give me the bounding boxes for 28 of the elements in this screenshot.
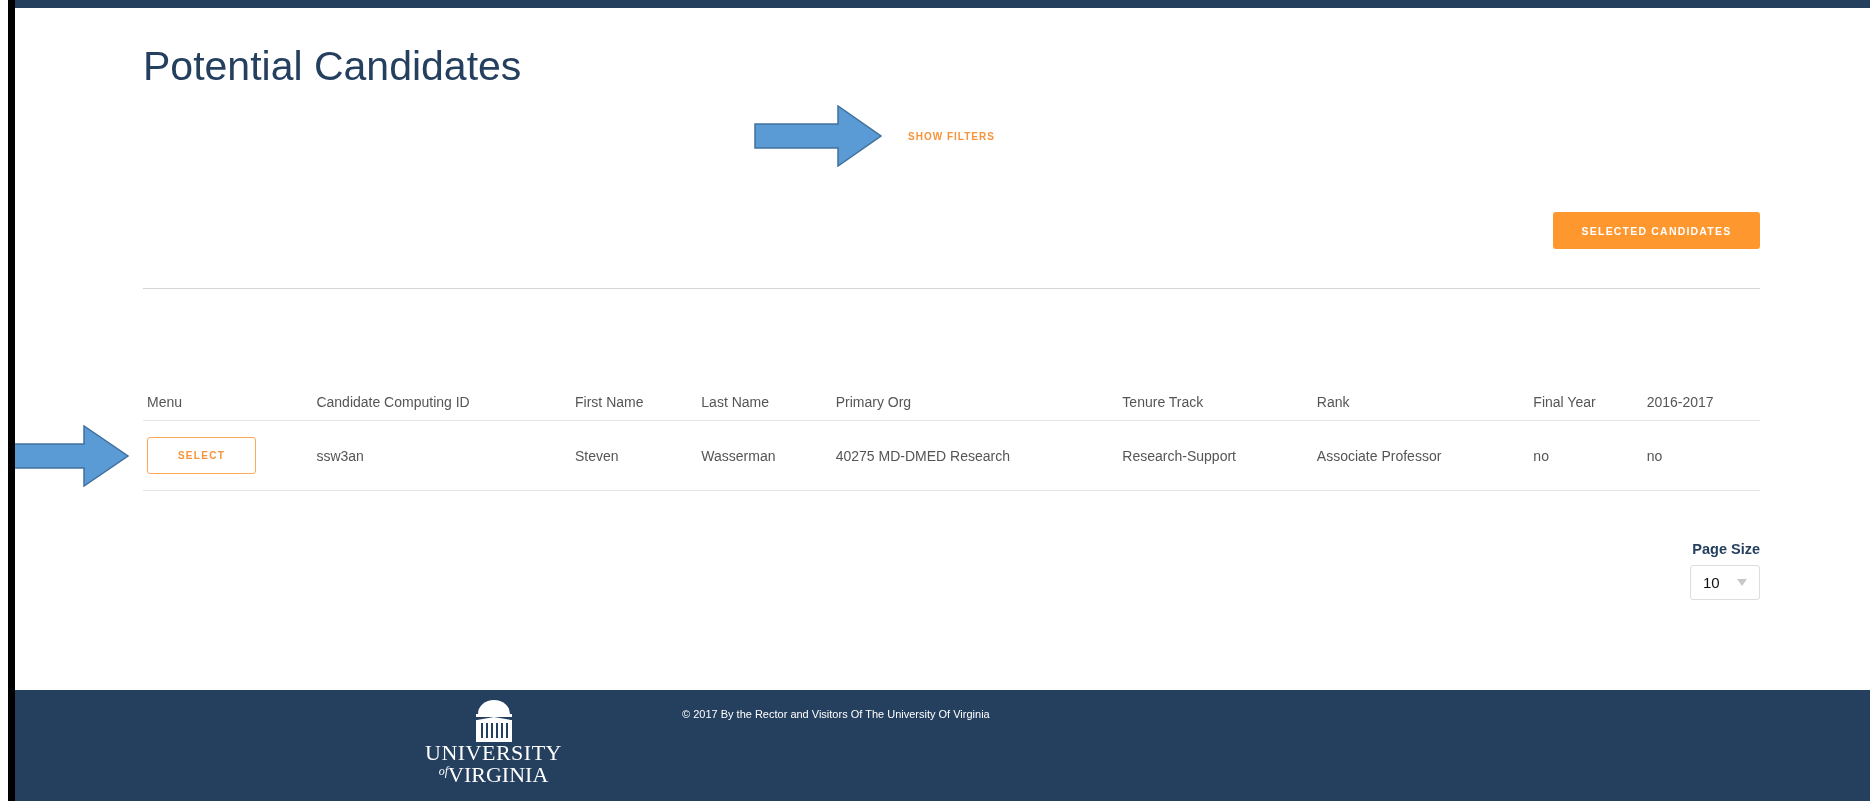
table-cell: Associate Professor: [1316, 447, 1442, 464]
page-title: Potential Candidates: [143, 42, 523, 91]
page-size-dropdown[interactable]: 10: [1690, 565, 1760, 600]
column-header: First Name: [575, 394, 644, 410]
table-cell: Steven: [575, 447, 619, 464]
table-cell: Wasserman: [701, 447, 776, 464]
show-filters-link[interactable]: SHOW FILTERS: [908, 130, 995, 142]
column-header: Tenure Track: [1122, 394, 1204, 410]
column-header: Primary Org: [835, 394, 912, 410]
table-cell: no: [1646, 447, 1663, 464]
column-header: Menu: [147, 394, 183, 410]
logo-text: of: [438, 764, 449, 778]
table-cell: Research-Support: [1122, 447, 1236, 464]
page-size-label: Page Size: [1692, 541, 1760, 557]
table-cell: ssw3an: [316, 447, 364, 464]
caret-icon: [1737, 579, 1747, 586]
column-header: Rank: [1316, 394, 1350, 410]
column-header: Candidate Computing ID: [316, 394, 470, 410]
column-header: Final Year: [1533, 394, 1596, 410]
table-cell: no: [1533, 447, 1549, 464]
select-button[interactable]: SELECT: [147, 437, 256, 474]
column-header: Last Name: [701, 394, 770, 410]
copyright-text: © 2017 By the Rector and Visitors Of The University Of Virginia: [682, 708, 990, 722]
logo-text: UNIVERSITY: [425, 742, 562, 764]
selected-candidates-button[interactable]: SELECTED CANDIDATES: [1553, 212, 1760, 249]
table-cell: 40275 MD-DMED Research: [835, 447, 1010, 464]
logo-text: VIRGINIA: [448, 764, 549, 786]
column-header: 2016-2017: [1646, 394, 1714, 410]
